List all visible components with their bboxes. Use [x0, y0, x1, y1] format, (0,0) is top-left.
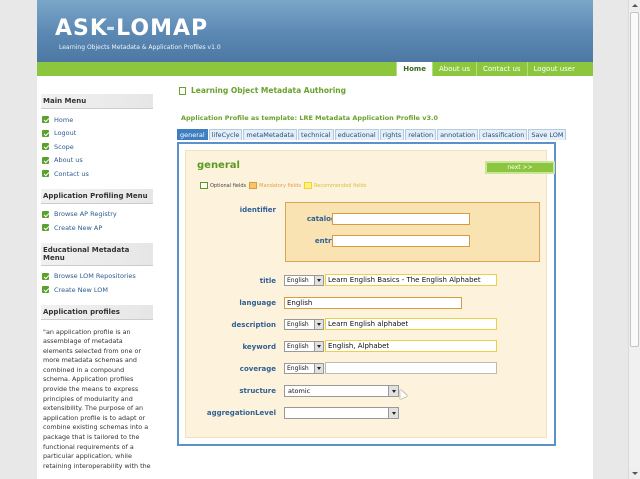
tab-rights[interactable]: rights	[379, 129, 405, 140]
check-bullet-icon	[42, 170, 49, 178]
sidebar-item-browse-lom[interactable]: Browse LOM Repositories	[41, 270, 153, 284]
sidebar-item-logout[interactable]: Logout	[41, 127, 153, 141]
structure-label: structure	[239, 387, 276, 395]
tab-lifecycle[interactable]: lifeCycle	[208, 129, 243, 140]
sidebar-item-home[interactable]: Home	[41, 113, 153, 127]
ap-info-title: Application profiles	[41, 304, 153, 320]
entry-label: entry	[314, 237, 336, 245]
sidebar-item-about-us[interactable]: About us	[41, 154, 153, 168]
page-title: Learning Object Metadata Authoring	[179, 86, 346, 95]
legend-recommended: Recommended fields	[313, 182, 367, 189]
tab-classification[interactable]: classification	[479, 129, 528, 140]
chevron-down-icon	[314, 342, 323, 351]
title-label: title	[259, 277, 276, 285]
coverage-label: coverage	[239, 365, 276, 373]
recommended-swatch-icon	[303, 182, 312, 189]
tab-annotation[interactable]: annotation	[437, 129, 479, 140]
main-menu: Main Menu Home Logout Scope About us Con…	[41, 94, 153, 181]
chevron-down-icon	[388, 408, 398, 418]
ap-info: Application profiles "an application pro…	[41, 304, 153, 472]
chevron-down-icon	[314, 364, 323, 373]
scroll-up-icon[interactable]	[629, 0, 640, 11]
coverage-language-select[interactable]: English	[284, 363, 324, 374]
main-menu-title: Main Menu	[41, 94, 153, 109]
check-bullet-icon	[42, 224, 49, 232]
form-area: general next >> Optional fields Mandator…	[185, 150, 555, 438]
nav-logout-user[interactable]: Logout user	[526, 62, 581, 76]
nav-contact-us[interactable]: Contact us	[475, 62, 527, 76]
edu-menu-title: Educational Metadata Menu	[41, 242, 153, 266]
title-language-select[interactable]: English	[284, 275, 324, 286]
description-label: description	[231, 321, 276, 329]
optional-swatch-icon	[200, 182, 208, 189]
check-bullet-icon	[42, 143, 49, 151]
catalog-label: catalog	[306, 215, 336, 223]
description-input[interactable]: Learn English alphabet	[325, 318, 497, 330]
coverage-input[interactable]	[325, 362, 497, 374]
chevron-down-icon	[314, 320, 323, 329]
keyword-label: keyword	[242, 343, 276, 351]
ap-menu: Application Profiling Menu Browse AP Reg…	[41, 188, 153, 235]
description-language-select[interactable]: English	[284, 319, 324, 330]
tab-metametadata[interactable]: metaMetadata	[243, 129, 298, 140]
scroll-down-icon[interactable]	[629, 468, 640, 479]
tab-educational[interactable]: educational	[334, 129, 379, 140]
check-bullet-icon	[42, 286, 49, 294]
tab-technical[interactable]: technical	[298, 129, 334, 140]
document-icon	[179, 86, 186, 95]
check-bullet-icon	[42, 129, 49, 137]
aggregation-level-label: aggregationLevel	[206, 409, 276, 417]
sidebar-item-create-ap[interactable]: Create New AP	[41, 221, 153, 235]
scrollbar-thumb[interactable]	[630, 12, 639, 347]
nav-about-us[interactable]: About us	[431, 62, 476, 76]
check-bullet-icon	[42, 116, 49, 124]
sidebar-item-contact-us[interactable]: Contact us	[41, 167, 153, 181]
ap-info-text: "an application profile is an assemblage…	[43, 327, 151, 470]
section-title: general	[197, 160, 240, 171]
keyword-input[interactable]: English, Alphabet	[325, 340, 497, 352]
field-legend: Optional fields Mandatory fields Recomme…	[200, 182, 366, 189]
next-button[interactable]: next >>	[485, 161, 555, 174]
chevron-down-icon	[314, 276, 323, 285]
page: ASK-LOMAP Learning Objects Metadata & Ap…	[37, 0, 593, 479]
form-panel: general next >> Optional fields Mandator…	[177, 142, 556, 446]
structure-select[interactable]: atomic	[284, 385, 399, 397]
header-banner: ASK-LOMAP Learning Objects Metadata & Ap…	[37, 0, 593, 62]
entry-input[interactable]	[332, 235, 470, 247]
identifier-label: identifier	[239, 206, 276, 214]
title-input[interactable]: Learn English Basics - The English Alpha…	[325, 274, 497, 286]
top-nav: Home About us Contact us Logout user	[37, 62, 593, 76]
check-bullet-icon	[42, 210, 49, 218]
language-input[interactable]: English	[284, 297, 462, 309]
mandatory-swatch-icon	[249, 182, 258, 189]
edu-menu: Educational Metadata Menu Browse LOM Rep…	[41, 242, 153, 297]
tab-general[interactable]: general	[177, 129, 208, 140]
check-bullet-icon	[42, 156, 49, 164]
check-bullet-icon	[42, 272, 49, 280]
site-tagline: Learning Objects Metadata & Application …	[59, 44, 221, 51]
nav-home[interactable]: Home	[396, 62, 432, 76]
tab-relation[interactable]: relation	[405, 129, 437, 140]
page-subtitle: Application Profile as template: LRE Met…	[181, 114, 438, 122]
keyword-language-select[interactable]: English	[284, 341, 324, 352]
site-logo[interactable]: ASK-LOMAP	[55, 16, 208, 41]
tab-bar: general lifeCycle metaMetadata technical…	[177, 129, 567, 140]
language-label: language	[239, 299, 276, 307]
tab-save-lom[interactable]: Save LOM	[528, 129, 567, 140]
ap-menu-title: Application Profiling Menu	[41, 188, 153, 204]
aggregation-level-select[interactable]	[284, 407, 399, 419]
legend-optional: Optional fields	[210, 182, 247, 189]
sidebar-item-create-lom[interactable]: Create New LOM	[41, 283, 153, 297]
identifier-group: catalog entry	[285, 202, 540, 262]
catalog-input[interactable]	[332, 213, 470, 225]
sidebar-item-scope[interactable]: Scope	[41, 140, 153, 154]
page-scrollbar[interactable]	[628, 0, 640, 479]
sidebar: Main Menu Home Logout Scope About us Con…	[41, 94, 153, 479]
legend-mandatory: Mandatory fields	[259, 182, 301, 189]
sidebar-item-browse-ap[interactable]: Browse AP Registry	[41, 208, 153, 222]
